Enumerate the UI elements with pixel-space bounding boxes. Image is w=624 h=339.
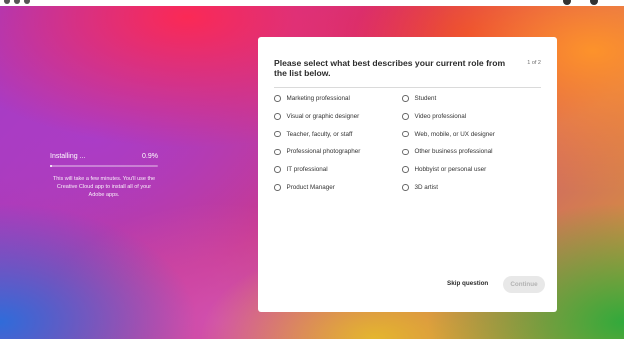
role-option[interactable]: Product Manager — [274, 183, 402, 192]
divider — [274, 87, 541, 88]
install-progress-panel: Installing ... 0.9% This will take a few… — [50, 153, 158, 199]
window-maximize-icon[interactable] — [24, 0, 30, 4]
radio-button[interactable] — [274, 95, 281, 102]
radio-button[interactable] — [274, 130, 281, 138]
role-option-label: Student — [414, 95, 437, 102]
role-option-label: Product Manager — [286, 183, 335, 191]
role-option-label: Hobbyist or personal user — [414, 166, 487, 174]
window-minimize-icon[interactable] — [14, 0, 20, 4]
continue-button[interactable]: Continue — [503, 276, 545, 293]
role-option[interactable]: 3D artist — [402, 183, 544, 192]
radio-button[interactable] — [402, 148, 409, 156]
window-close-icon[interactable] — [4, 0, 10, 4]
role-option-label: IT professional — [286, 166, 328, 174]
role-option[interactable]: Hobbyist or personal user — [402, 165, 544, 174]
radio-button[interactable] — [402, 184, 409, 191]
survey-step-indicator: 1 of 2 — [527, 60, 541, 66]
install-progress-fill — [50, 165, 53, 167]
role-option-label: Visual or graphic designer — [286, 112, 360, 120]
close-window-icon[interactable] — [590, 0, 598, 5]
role-option-label: Video professional — [414, 112, 467, 120]
role-options-list: Marketing professional Student Visual or g… — [274, 94, 544, 192]
role-option[interactable]: IT professional — [274, 165, 402, 174]
role-option-label: Other business professional — [414, 148, 493, 156]
radio-button[interactable] — [274, 113, 281, 120]
install-progress-bar — [50, 165, 158, 167]
role-option[interactable]: Video professional — [402, 112, 544, 121]
role-option[interactable]: Professional photographer — [274, 147, 402, 156]
radio-button[interactable] — [402, 166, 409, 173]
role-option-label: 3D artist — [414, 183, 438, 191]
install-description: This will take a few minutes. You'll use… — [52, 176, 156, 198]
role-option[interactable]: Other business professional — [402, 147, 544, 156]
role-option-label: Professional photographer — [286, 148, 361, 156]
role-option[interactable]: Student — [402, 94, 544, 103]
radio-button[interactable] — [402, 130, 409, 138]
role-option-label: Web, mobile, or UX designer — [414, 130, 495, 138]
radio-button[interactable] — [402, 113, 409, 120]
skip-question-button[interactable]: Skip question — [447, 280, 488, 287]
radio-button[interactable] — [274, 148, 281, 156]
role-option[interactable]: Marketing professional — [274, 94, 402, 103]
role-option[interactable]: Visual or graphic designer — [274, 112, 402, 121]
role-survey-card: Please select what best describes your c… — [258, 37, 557, 312]
role-option[interactable]: Web, mobile, or UX designer — [402, 130, 544, 139]
install-percent: 0.9% — [142, 153, 158, 160]
survey-title: Please select what best describes your c… — [274, 58, 506, 78]
account-icon[interactable] — [563, 0, 571, 5]
window-title-bar — [0, 0, 624, 6]
radio-button[interactable] — [402, 95, 409, 102]
radio-button[interactable] — [274, 184, 281, 191]
install-status-label: Installing ... — [50, 153, 86, 160]
role-option-label: Marketing professional — [286, 95, 350, 102]
radio-button[interactable] — [274, 166, 281, 173]
role-option-label: Teacher, faculty, or staff — [286, 130, 353, 138]
role-option[interactable]: Teacher, faculty, or staff — [274, 130, 402, 139]
